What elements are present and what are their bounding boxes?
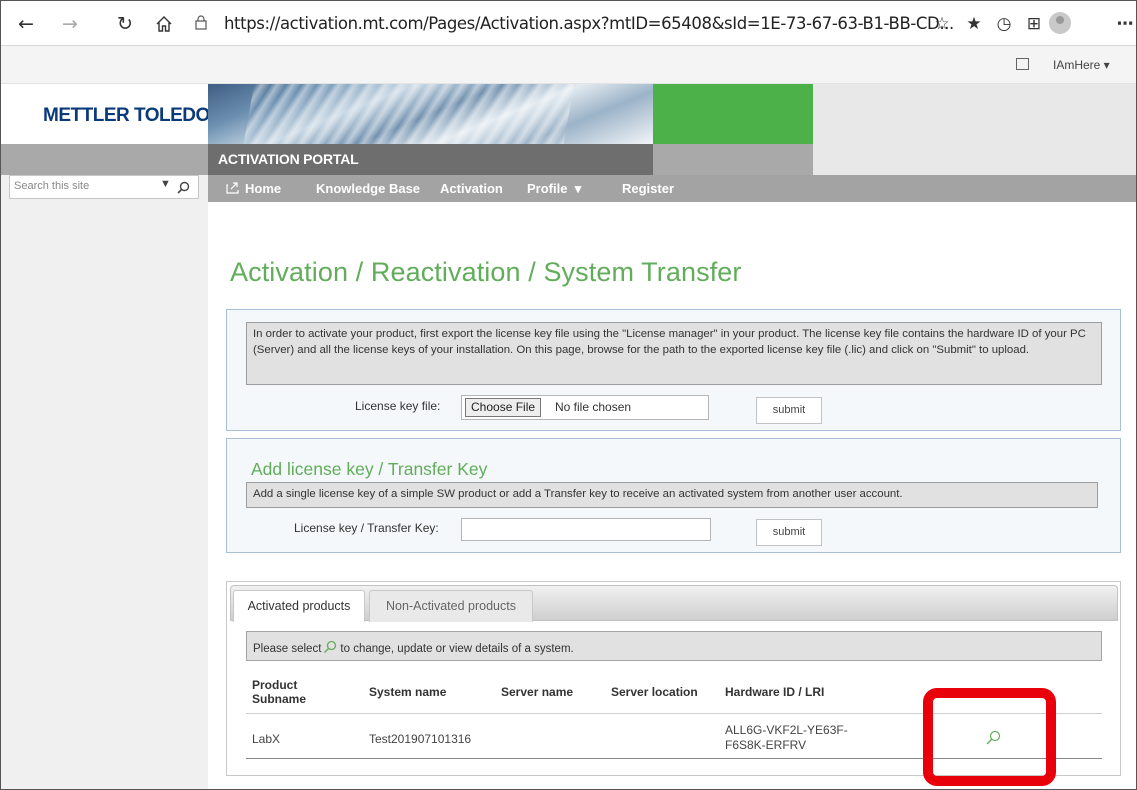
upload-submit-button[interactable]: submit: [756, 397, 822, 424]
add-favorite-icon[interactable]: ☆: [929, 11, 955, 37]
page-title: Activation / Reactivation / System Trans…: [230, 257, 742, 287]
col-server-name: Server name: [501, 685, 574, 699]
nav-register[interactable]: Register: [622, 181, 674, 196]
sidebar-strip: [1, 144, 208, 175]
portal-title-bar: ACTIVATION PORTAL: [208, 144, 653, 175]
collections-icon[interactable]: ⊞: [1021, 11, 1047, 37]
col-system-name: System name: [369, 685, 447, 699]
nav-activation[interactable]: Activation: [440, 181, 503, 196]
select-hint-bar: Please select to change, update or view d…: [246, 631, 1102, 661]
choose-file-button[interactable]: Choose File: [465, 398, 542, 417]
browser-toolbar: ← → ↻ https://activation.mt.com/Pages/Ac…: [1, 1, 1136, 46]
company-logo[interactable]: METTLER TOLEDO: [43, 105, 210, 127]
home-icon[interactable]: [151, 11, 177, 37]
banner-image: [208, 84, 653, 144]
nav-knowledge-base[interactable]: Knowledge Base: [316, 181, 420, 196]
more-icon[interactable]: ⋯: [1112, 11, 1136, 37]
lock-icon: [195, 15, 209, 31]
add-key-info-text: Add a single license key of a simple SW …: [246, 482, 1098, 508]
tab-non-activated-products[interactable]: Non-Activated products: [369, 590, 533, 622]
search-input[interactable]: Search this site: [14, 180, 89, 192]
site-search-box[interactable]: Search this site ▼: [9, 175, 199, 199]
search-icon[interactable]: [177, 177, 190, 197]
suite-bar: IAmHere ▾: [1, 46, 1136, 84]
transfer-key-label: License key / Transfer Key:: [294, 521, 439, 535]
profile-avatar-icon[interactable]: [1049, 12, 1071, 34]
col-server-location: Server location: [611, 685, 698, 699]
forward-arrow-icon[interactable]: →: [57, 11, 83, 37]
col-hardware-id: Hardware ID / LRI: [725, 685, 825, 699]
refresh-icon[interactable]: ↻: [112, 11, 138, 37]
chevron-down-icon[interactable]: ▼: [160, 178, 171, 190]
license-file-input[interactable]: Choose File No file chosen: [461, 395, 709, 420]
history-icon[interactable]: ◷: [991, 11, 1017, 37]
banner-green-block: [653, 84, 813, 144]
favorites-icon[interactable]: ★: [961, 11, 987, 37]
tab-activated-products[interactable]: Activated products: [233, 590, 365, 622]
address-bar[interactable]: https://activation.mt.com/Pages/Activati…: [187, 9, 954, 39]
nav-home[interactable]: Home: [226, 181, 281, 196]
magnifier-green-icon: [324, 640, 337, 653]
focus-mode-icon[interactable]: [1016, 58, 1029, 70]
user-menu[interactable]: IAmHere ▾: [1053, 58, 1110, 72]
nav-profile[interactable]: Profile ▾: [527, 181, 581, 197]
add-key-submit-button[interactable]: submit: [756, 519, 822, 546]
no-file-chosen-text: No file chosen: [555, 400, 632, 414]
top-navigation: Home Knowledge Base Activation Profile ▾…: [208, 175, 1136, 202]
cell-hardware-id: ALL6G-VKF2L-YE63F-F6S8K-ERFRV: [725, 723, 848, 752]
banner-gray-block: [813, 84, 1136, 175]
portal-title: ACTIVATION PORTAL: [218, 151, 359, 167]
select-hint-text: Please select to change, update or view d…: [253, 640, 574, 655]
upload-info-text: In order to activate your product, first…: [246, 322, 1102, 385]
cell-subname: LabX: [252, 732, 281, 746]
col-product-subname: Product Subname: [252, 678, 307, 706]
highlight-box: [923, 688, 1056, 786]
portal-gray-block: [653, 144, 813, 175]
cell-system-name: Test201907101316: [369, 732, 472, 746]
license-file-label: License key file:: [355, 399, 441, 413]
add-key-heading: Add license key / Transfer Key: [251, 459, 488, 479]
browser-window: ← → ↻ https://activation.mt.com/Pages/Ac…: [0, 0, 1137, 790]
back-arrow-icon[interactable]: ←: [13, 11, 39, 37]
transfer-key-input[interactable]: [461, 518, 711, 541]
url-text: https://activation.mt.com/Pages/Activati…: [224, 14, 954, 33]
